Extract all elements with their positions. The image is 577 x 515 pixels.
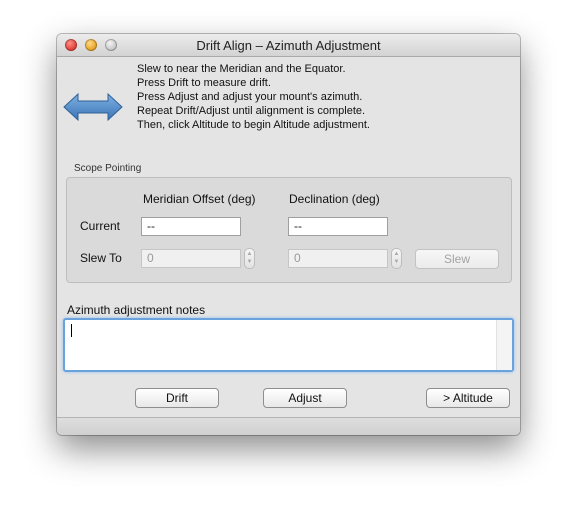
current-label: Current xyxy=(80,219,121,233)
instruction-line: Slew to near the Meridian and the Equato… xyxy=(137,63,346,75)
slew-to-label: Slew To xyxy=(80,251,122,265)
slew-declination-stepper[interactable]: ▲ ▼ xyxy=(391,248,402,269)
slew-meridian-stepper[interactable]: ▲ ▼ xyxy=(244,248,255,269)
altitude-button[interactable]: > Altitude xyxy=(426,388,510,408)
notes-scrollbar[interactable] xyxy=(496,320,512,370)
scope-pointing-group: Meridian Offset (deg) Declination (deg) … xyxy=(66,177,512,283)
slew-button[interactable]: Slew xyxy=(415,249,499,269)
window-title: Drift Align – Azimuth Adjustment xyxy=(196,38,381,53)
scope-pointing-label: Scope Pointing xyxy=(74,163,142,174)
adjust-button[interactable]: Adjust xyxy=(263,388,347,408)
drift-align-window: Drift Align – Azimuth Adjustment Slew to… xyxy=(57,34,520,435)
slew-meridian-field[interactable]: 0 xyxy=(141,249,241,268)
status-bar xyxy=(57,417,520,435)
left-right-arrow-icon xyxy=(63,92,123,122)
azimuth-notes-textarea[interactable] xyxy=(63,318,514,372)
current-declination-field[interactable]: -- xyxy=(288,217,388,236)
instruction-line: Press Drift to measure drift. xyxy=(137,77,271,89)
instruction-line: Press Adjust and adjust your mount's azi… xyxy=(137,91,363,103)
meridian-offset-header: Meridian Offset (deg) xyxy=(143,192,256,206)
slew-declination-field[interactable]: 0 xyxy=(288,249,388,268)
azimuth-notes-label: Azimuth adjustment notes xyxy=(67,303,206,317)
instruction-line: Repeat Drift/Adjust until alignment is c… xyxy=(137,105,366,117)
declination-header: Declination (deg) xyxy=(289,192,380,206)
text-caret xyxy=(71,324,72,337)
current-meridian-field[interactable]: -- xyxy=(141,217,241,236)
instruction-line: Then, click Altitude to begin Altitude a… xyxy=(137,119,370,131)
title-bar[interactable]: Drift Align – Azimuth Adjustment xyxy=(57,34,520,57)
drift-button[interactable]: Drift xyxy=(135,388,219,408)
instructions-text: Slew to near the Meridian and the Equato… xyxy=(137,62,507,132)
